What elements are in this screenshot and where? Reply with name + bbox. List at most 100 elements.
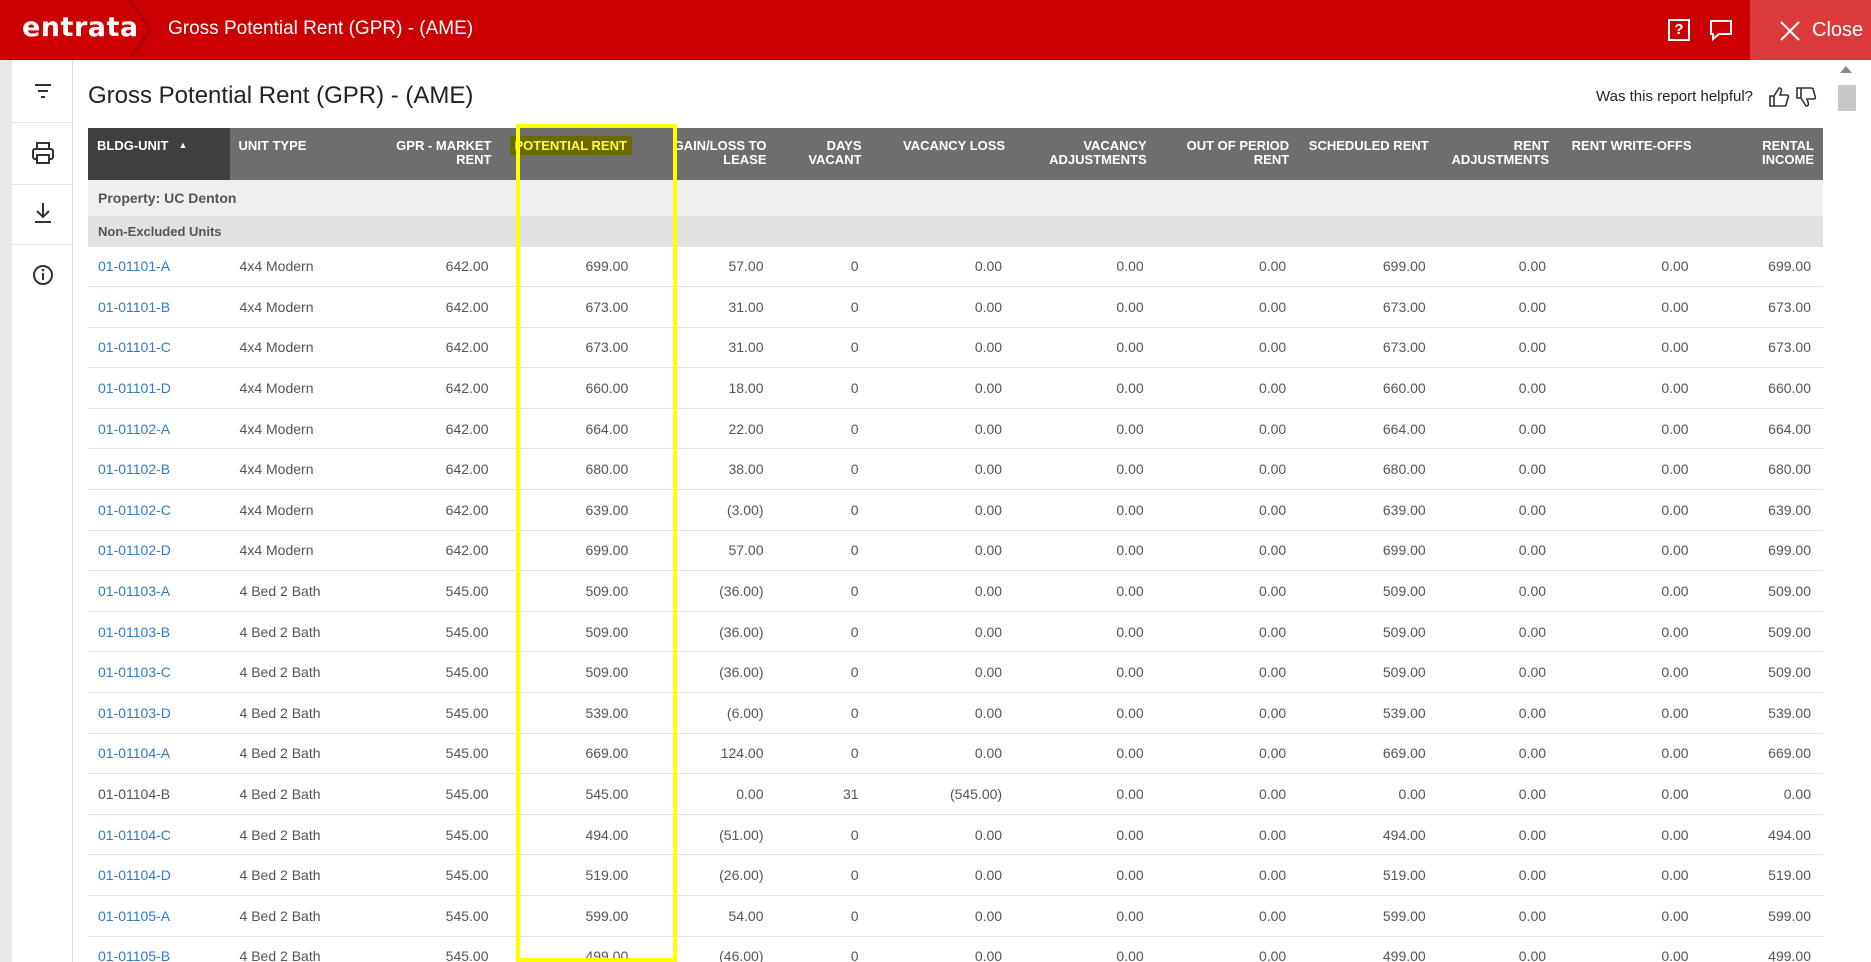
unit-link[interactable]: 01-01104-A	[98, 745, 170, 761]
thumbs-down-icon[interactable]	[1795, 86, 1817, 108]
col-header-unit-type[interactable]: UNIT TYPE	[229, 128, 372, 180]
table-row: 01-01103-A 4 Bed 2 Bath 545.00 509.00 (36.00…	[88, 570, 1823, 612]
cell-days-vacant: 0	[775, 936, 871, 962]
info-icon[interactable]	[30, 262, 56, 288]
cell-unit-type: 4x4 Modern	[229, 367, 372, 409]
cell-bldg-unit[interactable]: 01-01103-A	[88, 570, 230, 612]
cell-potential-rent: 509.00	[500, 611, 663, 653]
cell-rent-write-offs: 0.00	[1558, 367, 1701, 409]
col-header-rent-adjustments[interactable]: RENT ADJUSTMENTS	[1437, 128, 1559, 180]
table-row: 01-01105-A 4 Bed 2 Bath 545.00 599.00 54.00 0…	[88, 895, 1823, 937]
cell-rent-write-offs: 0.00	[1558, 733, 1701, 775]
property-group-row: Property: UC Denton	[88, 180, 1823, 217]
cell-bldg-unit[interactable]: 01-01104-A	[88, 733, 230, 775]
table-row: 01-01101-A 4x4 Modern 642.00 699.00 57.00 0 0.…	[88, 246, 1823, 288]
cell-scheduled-rent: 680.00	[1298, 448, 1438, 491]
cell-days-vacant: 0	[775, 854, 871, 896]
scrollbar-thumb[interactable]	[1838, 85, 1856, 111]
col-header-bldg-unit[interactable]: BLDG-UNIT ▲	[88, 128, 230, 180]
unit-link[interactable]: 01-01101-C	[98, 339, 171, 355]
cell-potential-rent: 673.00	[500, 286, 663, 328]
scroll-up-icon[interactable]	[1840, 66, 1852, 73]
cell-bldg-unit[interactable]: 01-01103-D	[88, 692, 230, 734]
print-icon[interactable]	[30, 140, 56, 166]
chat-icon[interactable]	[1708, 18, 1734, 42]
cell-rental-income: 509.00	[1700, 570, 1823, 612]
table-row: 01-01101-D 4x4 Modern 642.00 660.00 18.00 0 0.…	[88, 367, 1823, 409]
table-row: 01-01102-C 4x4 Modern 642.00 639.00 (3.00) 0 0…	[88, 489, 1823, 531]
unit-link[interactable]: 01-01101-D	[98, 380, 171, 396]
unit-link[interactable]: 01-01102-D	[98, 542, 171, 558]
entrata-logo[interactable]: entrata	[22, 12, 139, 43]
unit-link[interactable]: 01-01101-B	[98, 299, 170, 315]
unit-link[interactable]: 01-01102-C	[98, 502, 171, 518]
cell-vacancy-adjustments: 0.00	[1014, 651, 1156, 694]
col-header-vacancy-adjustments[interactable]: VACANCY ADJUSTMENTS	[1014, 128, 1156, 180]
unit-link[interactable]: 01-01104-D	[98, 867, 171, 883]
filter-icon[interactable]	[30, 78, 56, 104]
cell-unit-type: 4 Bed 2 Bath	[229, 814, 372, 856]
help-icon[interactable]: ?	[1668, 19, 1690, 41]
cell-bldg-unit[interactable]: 01-01104-D	[88, 854, 230, 896]
cell-rental-income: 669.00	[1700, 733, 1823, 775]
cell-gain-loss-to-lease: 124.00	[662, 733, 776, 775]
cell-scheduled-rent: 699.00	[1298, 530, 1438, 572]
cell-bldg-unit[interactable]: 01-01103-B	[88, 611, 230, 653]
cell-bldg-unit[interactable]: 01-01102-D	[88, 530, 230, 572]
cell-bldg-unit[interactable]: 01-01101-C	[88, 327, 230, 369]
col-header-rental-income[interactable]: RENTAL INCOME	[1700, 128, 1823, 180]
col-header-vacancy-loss[interactable]: VACANCY LOSS	[870, 128, 1015, 180]
download-icon[interactable]	[30, 200, 56, 226]
table-row: 01-01103-B 4 Bed 2 Bath 545.00 509.00 (36.00…	[88, 611, 1823, 653]
cell-rent-write-offs: 0.00	[1558, 327, 1701, 369]
cell-bldg-unit[interactable]: 01-01102-A	[88, 408, 230, 450]
cell-bldg-unit[interactable]: 01-01101-D	[88, 367, 230, 409]
cell-rent-adjustments: 0.00	[1437, 895, 1559, 937]
cell-bldg-unit[interactable]: 01-01105-B	[88, 936, 230, 962]
unit-link[interactable]: 01-01102-B	[98, 461, 170, 477]
unit-subgroup-label: Non-Excluded Units	[88, 216, 1823, 247]
unit-link[interactable]: 01-01103-B	[98, 624, 170, 640]
cell-potential-rent: 699.00	[500, 246, 663, 288]
toolbar-divider	[12, 122, 73, 123]
cell-bldg-unit[interactable]: 01-01101-A	[88, 246, 230, 288]
unit-link[interactable]: 01-01102-A	[98, 421, 170, 437]
cell-unit-type: 4 Bed 2 Bath	[229, 611, 372, 653]
unit-link[interactable]: 01-01105-B	[98, 948, 170, 962]
cell-bldg-unit[interactable]: 01-01101-B	[88, 286, 230, 328]
close-button[interactable]: Close	[1750, 0, 1871, 60]
cell-bldg-unit[interactable]: 01-01103-C	[88, 651, 230, 694]
col-header-rent-write-offs[interactable]: RENT WRITE-OFFS	[1558, 128, 1701, 180]
cell-rental-income: 539.00	[1700, 692, 1823, 734]
cell-gain-loss-to-lease: 31.00	[662, 327, 776, 369]
unit-link[interactable]: 01-01104-C	[98, 827, 171, 843]
scrollbar[interactable]	[1835, 60, 1871, 962]
table-row: 01-01104-A 4 Bed 2 Bath 545.00 669.00 124.00…	[88, 733, 1823, 775]
col-header-scheduled-rent[interactable]: SCHEDULED RENT	[1298, 128, 1438, 180]
col-header-gpr-market-rent[interactable]: GPR - MARKET RENT	[371, 128, 501, 180]
thumbs-up-icon[interactable]	[1768, 86, 1790, 108]
unit-link[interactable]: 01-01103-C	[98, 664, 171, 680]
cell-days-vacant: 0	[775, 611, 871, 653]
cell-bldg-unit[interactable]: 01-01104-C	[88, 814, 230, 856]
unit-link[interactable]: 01-01105-A	[98, 908, 170, 924]
unit-link[interactable]: 01-01103-D	[98, 705, 171, 721]
cell-vacancy-loss: (545.00)	[870, 773, 1015, 815]
col-header-out-of-period-rent[interactable]: OUT OF PERIOD RENT	[1155, 128, 1299, 180]
cell-unit-type: 4x4 Modern	[229, 530, 372, 572]
cell-bldg-unit[interactable]: 01-01102-C	[88, 489, 230, 531]
col-header-days-vacant[interactable]: DAYS VACANT	[775, 128, 871, 180]
cell-potential-rent: 664.00	[500, 408, 663, 450]
cell-out-of-period-rent: 0.00	[1155, 327, 1299, 369]
unit-link[interactable]: 01-01101-A	[98, 258, 170, 274]
cell-gpr-market-rent: 545.00	[371, 611, 501, 653]
cell-bldg-unit[interactable]: 01-01102-B	[88, 448, 230, 491]
cell-gain-loss-to-lease: 54.00	[662, 895, 776, 937]
cell-vacancy-loss: 0.00	[870, 367, 1015, 409]
cell-rental-income: 664.00	[1700, 408, 1823, 450]
col-header-gain-loss-to-lease[interactable]: GAIN/LOSS TO LEASE	[662, 128, 776, 180]
cell-bldg-unit[interactable]: 01-01105-A	[88, 895, 230, 937]
unit-link[interactable]: 01-01103-A	[98, 583, 170, 599]
col-header-potential-rent[interactable]: POTENTIAL RENT	[500, 128, 663, 180]
cell-vacancy-adjustments: 0.00	[1014, 936, 1156, 962]
